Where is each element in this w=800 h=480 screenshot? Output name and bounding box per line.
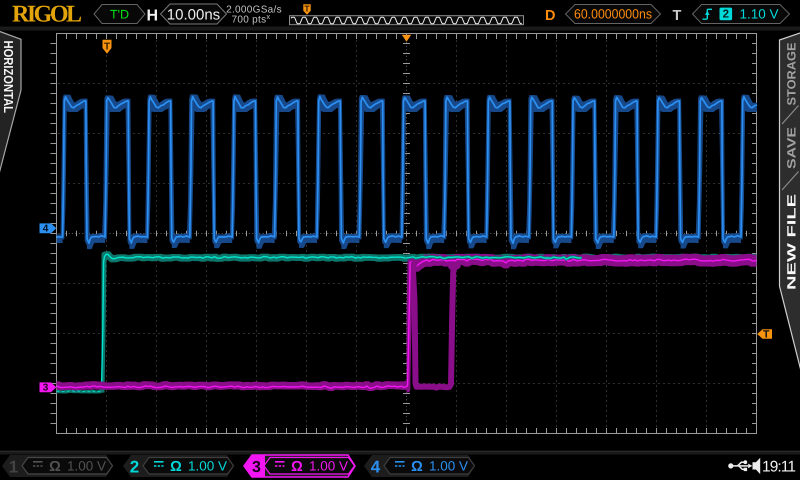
svg-text:RIGOL: RIGOL [12, 2, 82, 28]
svg-text:3: 3 [252, 459, 261, 476]
svg-text:1.10 V: 1.10 V [740, 7, 779, 22]
svg-text:D: D [545, 8, 555, 24]
svg-text:Ω: Ω [411, 459, 423, 475]
svg-text:T: T [304, 4, 310, 14]
svg-text:4: 4 [43, 224, 49, 235]
svg-text:2: 2 [723, 9, 729, 21]
svg-text:19:11: 19:11 [762, 458, 796, 475]
svg-text:T'D: T'D [110, 8, 129, 22]
svg-text:STORAGE: STORAGE [785, 43, 799, 106]
svg-text:1.00 V: 1.00 V [309, 459, 348, 474]
svg-text:1.00 V: 1.00 V [67, 459, 106, 474]
svg-text:4: 4 [371, 458, 381, 477]
svg-text:700 ptsx: 700 ptsx [232, 12, 271, 26]
svg-text:T: T [763, 329, 770, 341]
svg-text:1.00 V: 1.00 V [188, 459, 227, 474]
svg-text:SAVE: SAVE [785, 127, 799, 169]
svg-text:HORIZONTAL: HORIZONTAL [1, 41, 16, 114]
svg-text:Ω: Ω [49, 459, 61, 475]
svg-text:Ω: Ω [291, 459, 303, 475]
svg-text:1.00 V: 1.00 V [429, 459, 468, 474]
svg-text:T: T [104, 41, 110, 52]
svg-text:3: 3 [43, 383, 49, 394]
svg-text:1: 1 [9, 458, 18, 477]
svg-text:2: 2 [130, 458, 139, 477]
svg-text:10.00ns: 10.00ns [167, 6, 220, 23]
svg-text:60.0000000ns: 60.0000000ns [574, 7, 652, 22]
svg-text:Ω: Ω [170, 459, 182, 475]
svg-text:H: H [147, 8, 159, 25]
svg-text:T: T [673, 8, 682, 24]
svg-text:NEW FILE: NEW FILE [785, 194, 799, 290]
